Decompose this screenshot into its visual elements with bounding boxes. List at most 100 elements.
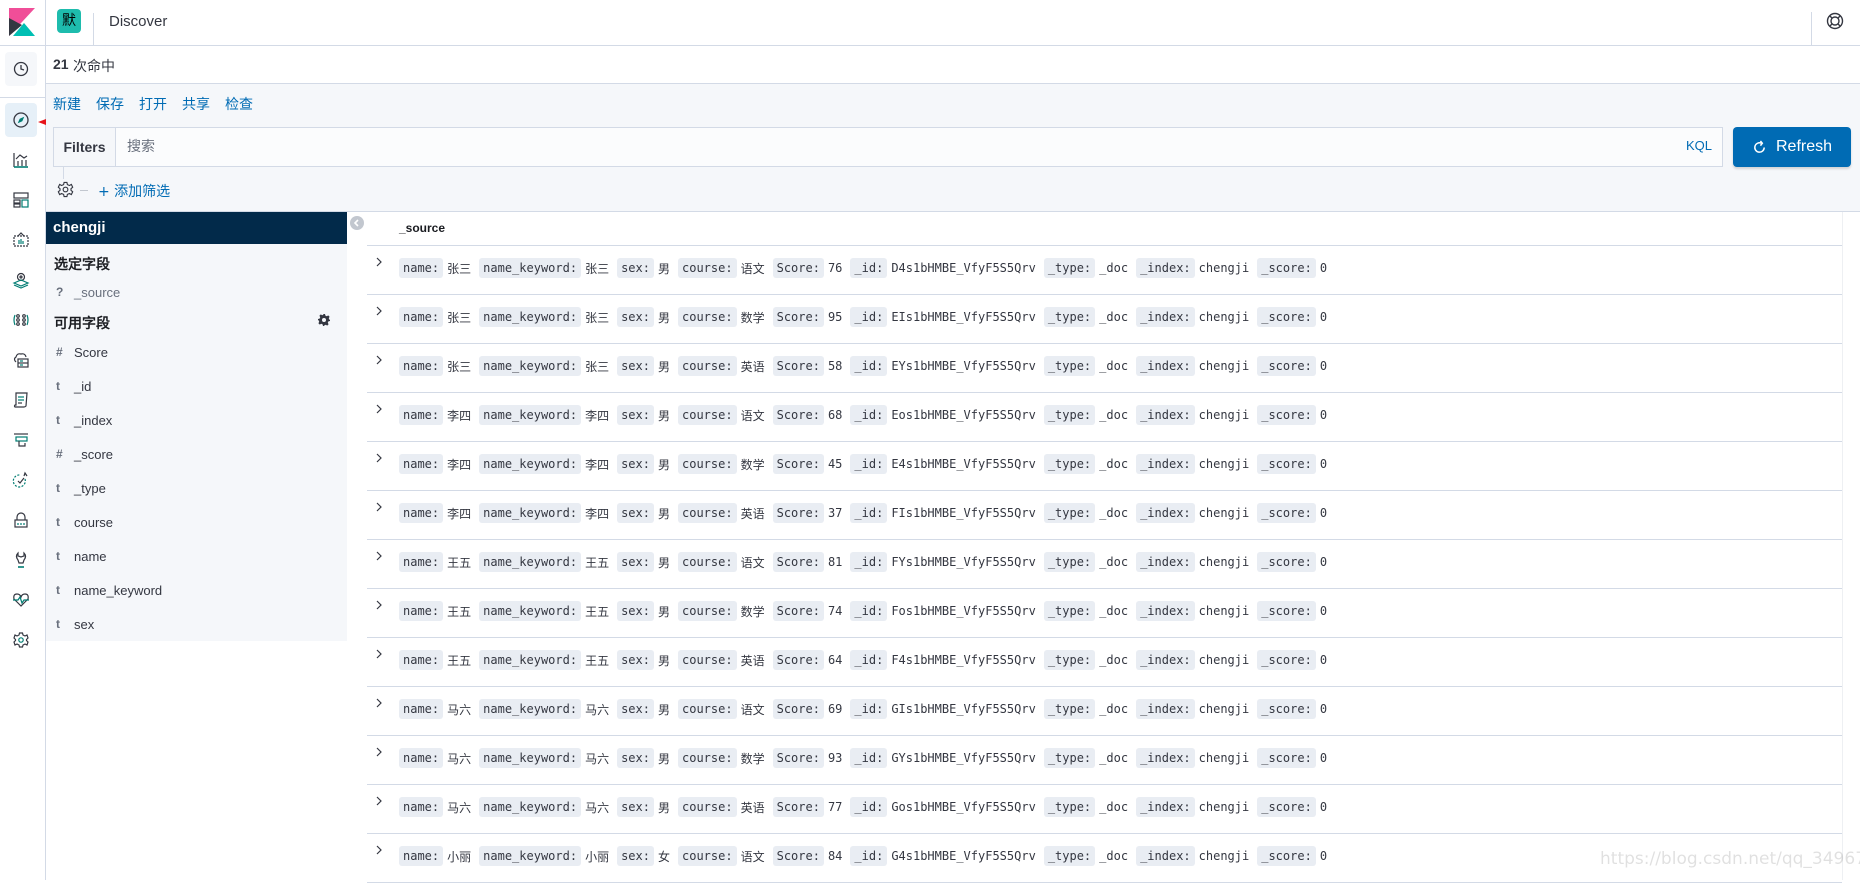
field-key-id: _id:	[850, 307, 888, 327]
field-item-type[interactable]: t _type	[46, 473, 347, 503]
search-input[interactable]	[117, 128, 1657, 166]
nav-visualize[interactable]	[5, 143, 37, 177]
field-key-index: _index:	[1136, 454, 1195, 474]
field-item-sex[interactable]: t sex	[46, 609, 347, 639]
nav-uptime[interactable]	[5, 463, 37, 497]
expand-row-chevron-right-icon[interactable]	[373, 451, 385, 465]
field-item-name[interactable]: t name	[46, 541, 347, 571]
field-key-sex: sex:	[617, 552, 654, 572]
inspect-button[interactable]: 检查	[225, 94, 253, 114]
field-key-id: _id:	[850, 699, 888, 719]
expand-row-chevron-right-icon[interactable]	[373, 353, 385, 367]
field-key-index: _index:	[1136, 307, 1195, 327]
open-button[interactable]: 打开	[139, 94, 167, 114]
nav-management[interactable]	[5, 623, 37, 657]
nav-discover[interactable]	[5, 103, 37, 137]
filters-button[interactable]: Filters	[54, 128, 116, 166]
nav-infrastructure[interactable]	[5, 343, 37, 377]
field-key-score: Score:	[772, 650, 824, 670]
field-value-course: 语文	[740, 408, 765, 423]
index-pattern-selector[interactable]: chengji	[46, 212, 347, 244]
kibana-logo-icon[interactable]	[9, 8, 35, 36]
nav-dev-tools[interactable]	[5, 543, 37, 577]
nav-machine-learning[interactable]	[5, 303, 37, 337]
field-item-course[interactable]: t course	[46, 507, 347, 537]
field-key-type: _type:	[1043, 307, 1096, 327]
field-value-index: chengji	[1198, 702, 1250, 716]
field-name: course	[74, 514, 114, 530]
field-item-id[interactable]: t _id	[46, 371, 347, 401]
table-row: name: 王五 name_keyword: 王五 sex: 男 course: 数学 Scor…	[367, 589, 1842, 638]
nav-apm[interactable]	[5, 423, 37, 457]
space-avatar[interactable]: 默	[57, 9, 81, 33]
apm-icon	[14, 433, 28, 447]
field-value-sex: 男	[657, 653, 670, 668]
field-value-course: 英语	[740, 653, 765, 668]
table-row: name: 王五 name_keyword: 王五 sex: 男 course: 英语 Scor…	[367, 638, 1842, 687]
nav-logs[interactable]	[5, 383, 37, 417]
field-key-type: _type:	[1043, 846, 1096, 866]
save-button[interactable]: 保存	[96, 94, 124, 114]
field-key-type: _type:	[1043, 454, 1096, 474]
field-key-id: _id:	[850, 503, 888, 523]
expand-row-chevron-right-icon[interactable]	[373, 402, 385, 416]
expand-row-chevron-right-icon[interactable]	[373, 255, 385, 269]
field-key-es-score: _score:	[1257, 258, 1316, 278]
field-value-name-keyword: 马六	[585, 702, 610, 717]
expand-row-chevron-right-icon[interactable]	[373, 696, 385, 710]
field-key-id: _id:	[850, 748, 888, 768]
field-key-type: _type:	[1043, 356, 1096, 376]
divider	[93, 13, 94, 46]
field-item-name-keyword[interactable]: t name_keyword	[46, 575, 347, 605]
field-key-es-score: _score:	[1257, 650, 1316, 670]
maps-icon	[12, 272, 30, 289]
expand-row-chevron-right-icon[interactable]	[373, 598, 385, 612]
field-value-score: 37	[827, 506, 843, 520]
nav-dashboard[interactable]	[5, 183, 37, 217]
selected-field-item[interactable]: ? _source	[46, 277, 347, 307]
new-button[interactable]: 新建	[53, 94, 81, 114]
field-item-index[interactable]: t _index	[46, 405, 347, 435]
scrollbar[interactable]	[1842, 212, 1843, 880]
expand-row-chevron-right-icon[interactable]	[373, 794, 385, 808]
kql-language-toggle[interactable]: KQL	[1686, 138, 1712, 153]
field-key-name-keyword: name_keyword:	[479, 846, 582, 866]
collapse-sidebar-button[interactable]	[350, 216, 364, 230]
field-key-course: course:	[678, 552, 737, 572]
field-key-index: _index:	[1136, 503, 1195, 523]
expand-row-chevron-right-icon[interactable]	[373, 304, 385, 318]
nav-canvas[interactable]	[5, 223, 37, 257]
refresh-button[interactable]: Refresh	[1733, 127, 1851, 167]
expand-row-chevron-right-icon[interactable]	[373, 500, 385, 514]
help-lifebuoy-icon[interactable]	[1826, 12, 1844, 30]
field-key-es-score: _score:	[1257, 552, 1316, 572]
filter-settings-gear-icon[interactable]	[57, 181, 74, 198]
field-filter-gear-icon[interactable]	[318, 314, 330, 326]
field-key-name-keyword: name_keyword:	[479, 454, 582, 474]
field-value-id: F4s1bHMBE_VfyF5S5Qrv	[891, 653, 1036, 667]
field-key-name-keyword: name_keyword:	[479, 797, 582, 817]
column-header-source[interactable]: _source	[399, 221, 445, 235]
field-value-course: 英语	[740, 506, 765, 521]
selected-fields-title: 选定字段	[54, 257, 110, 273]
field-value-name-keyword: 马六	[585, 751, 610, 766]
field-key-name: name:	[399, 405, 444, 425]
field-value-name-keyword: 张三	[585, 310, 610, 325]
add-filter-button[interactable]: + 添加筛选	[98, 181, 170, 201]
nav-maps[interactable]	[5, 263, 37, 297]
field-value-name-keyword: 马六	[585, 800, 610, 815]
field-value-score: 69	[827, 702, 843, 716]
app-title: Discover	[109, 13, 168, 30]
field-value-name: 张三	[447, 310, 472, 325]
expand-row-chevron-right-icon[interactable]	[373, 745, 385, 759]
nav-stack-monitoring[interactable]	[5, 583, 37, 617]
nav-recently-viewed[interactable]	[5, 52, 37, 86]
share-button[interactable]: 共享	[182, 94, 210, 114]
field-item-Score[interactable]: # Score	[46, 337, 347, 367]
field-value-name: 王五	[447, 604, 472, 619]
field-item-score[interactable]: # _score	[46, 439, 347, 469]
expand-row-chevron-right-icon[interactable]	[373, 647, 385, 661]
expand-row-chevron-right-icon[interactable]	[373, 549, 385, 563]
expand-row-chevron-right-icon[interactable]	[373, 843, 385, 857]
nav-siem[interactable]	[5, 503, 37, 537]
